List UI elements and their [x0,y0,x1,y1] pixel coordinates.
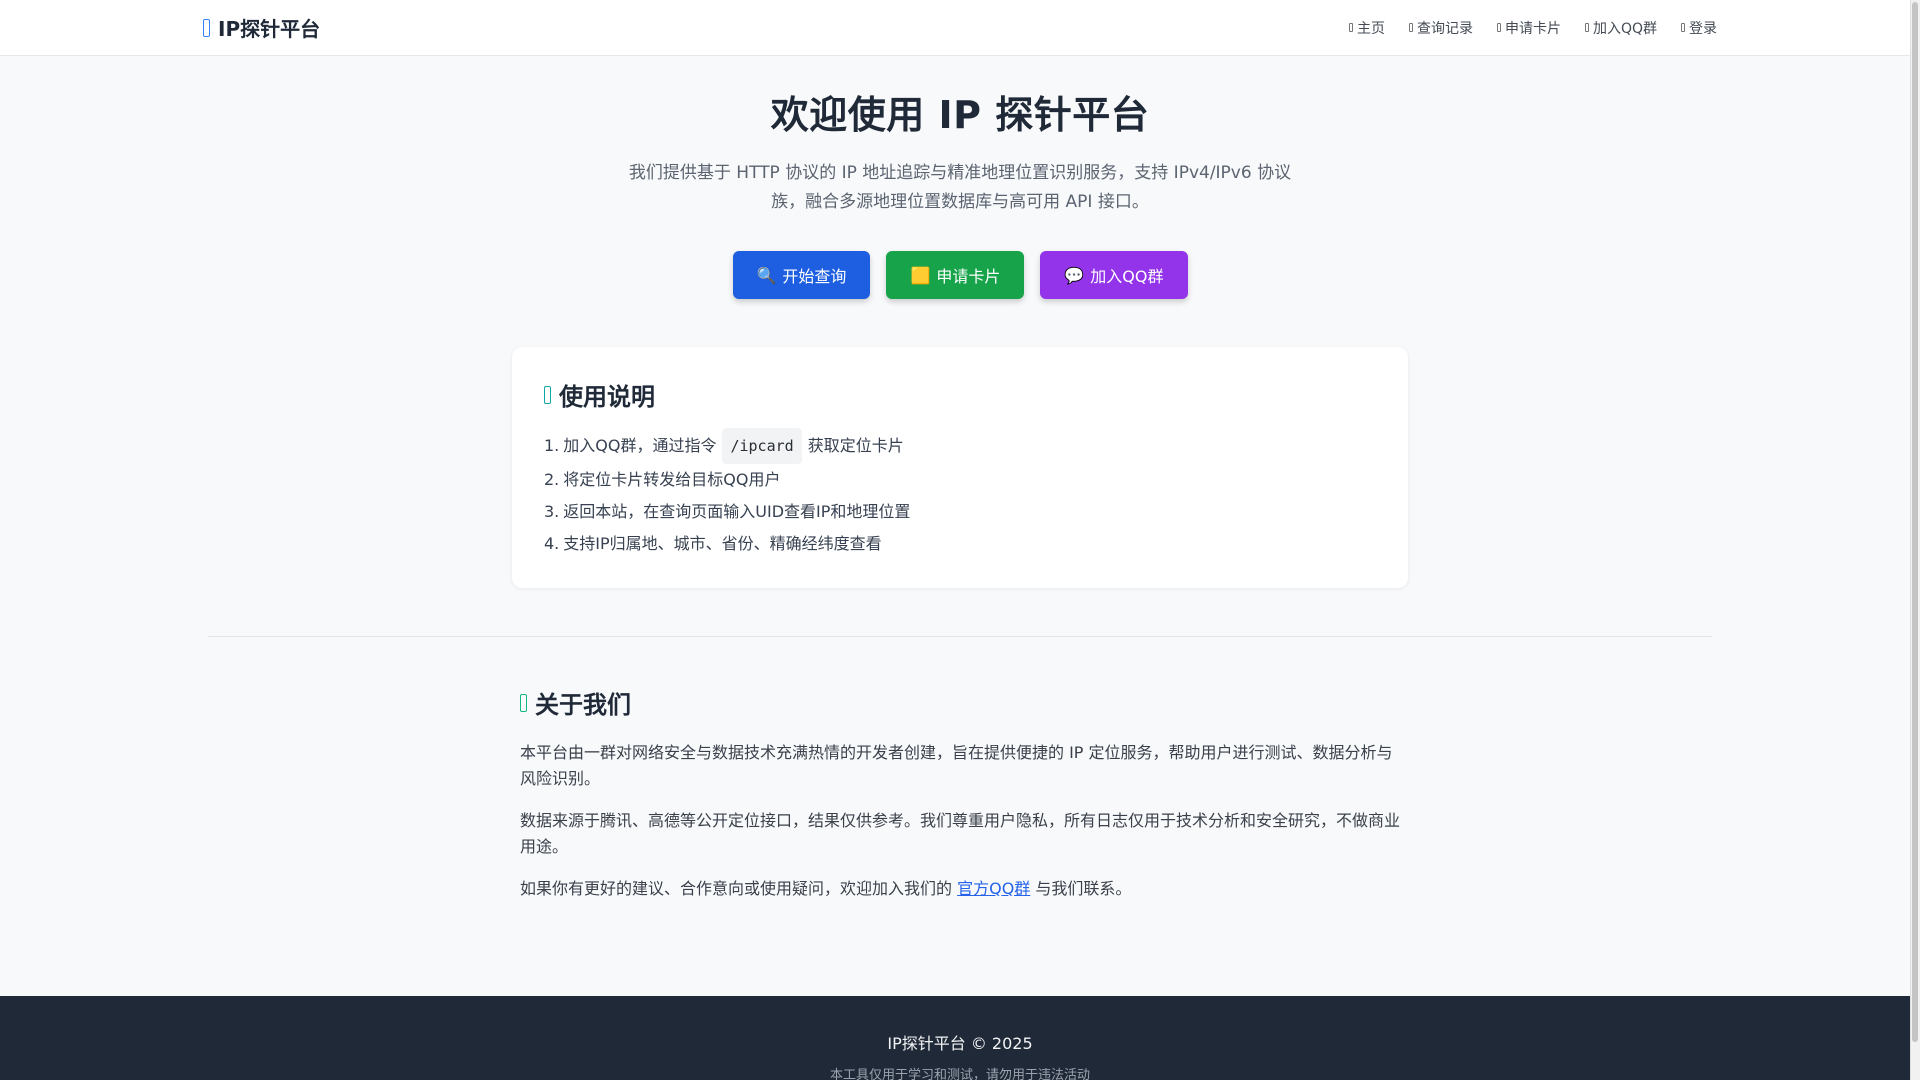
about-text-after: 与我们联系。 [1035,879,1132,898]
about-paragraph: 数据来源于腾讯、高德等公开定位接口，结果仅供参考。我们尊重用户隐私，所有日志仅用… [520,811,1401,856]
usage-card: 使用说明 1. 加入QQ群，通过指令 /ipcard 获取定位卡片 2. 将定位… [512,347,1408,588]
group-icon [1584,23,1589,32]
nav-item-history[interactable]: 查询记录 [1408,18,1473,38]
nav-item-label: 登录 [1689,20,1717,37]
brand-icon [203,18,210,37]
about-title-text: 关于我们 [535,691,631,719]
nav-item-label: 申请卡片 [1504,20,1561,37]
about-icon [520,693,527,712]
info-icon [544,385,551,404]
usage-title-text: 使用说明 [559,383,655,411]
item-text: 返回本站，在查询页面输入UID查看IP和地理位置 [563,502,911,521]
nav-item-apply-card[interactable]: 申请卡片 [1496,18,1561,38]
footer-disclaimer: 本工具仅用于学习和测试，请勿用于违法活动 [829,1068,1090,1080]
cta-row: 🔍 开始查询 🟨 申请卡片 💬 加入QQ群 [0,251,1920,299]
brand-title: IP探针平台 [218,17,321,41]
page-title: 欢迎使用 IP 探针平台 [770,93,1150,137]
nav-item-label: 主页 [1356,20,1385,37]
usage-list: 1. 加入QQ群，通过指令 /ipcard 获取定位卡片 2. 将定位卡片转发给… [544,428,1376,560]
card-icon: 🟨 [910,265,931,285]
item-text: 将定位卡片转发给目标QQ用户 [563,470,781,489]
nav-item-label: 加入QQ群 [1592,20,1657,37]
about-paragraph: 如果你有更好的建议、合作意向或使用疑问，欢迎加入我们的 官方QQ群 与我们联系。 [520,876,1400,902]
hero-description: 我们提供基于 HTTP 协议的 IP 地址追踪与精准地理位置识别服务，支持 IP… [628,163,1292,212]
apply-card-button[interactable]: 🟨 申请卡片 [886,251,1025,299]
nav-item-label: 查询记录 [1416,20,1473,37]
scrollbar[interactable] [1910,0,1920,1080]
item-text: 支持IP归属地、城市、省份、精确经纬度查看 [563,534,882,553]
command-code: /ipcard [722,428,802,464]
top-navbar: IP探针平台 主页 查询记录 申请卡片 加入QQ群 登录 [0,0,1920,56]
home-icon [1348,23,1353,32]
login-icon [1681,23,1685,32]
item-text-before: 加入QQ群，通过指令 [563,436,717,455]
hero-section: 欢迎使用 IP 探针平台 我们提供基于 HTTP 协议的 IP 地址追踪与精准地… [0,56,1920,299]
card-icon [1496,23,1501,32]
brand[interactable]: IP探针平台 [203,13,320,42]
scroll-thumb[interactable] [1912,2,1918,1042]
item-number: 2. [544,470,560,489]
item-text-after: 获取定位卡片 [807,436,904,455]
list-item: 1. 加入QQ群，通过指令 /ipcard 获取定位卡片 [544,428,1376,464]
page: IP探针平台 主页 查询记录 申请卡片 加入QQ群 登录 欢迎使用 IP 探针平… [0,0,1920,1080]
history-icon [1408,23,1413,32]
search-icon: 🔍 [756,265,777,285]
chat-icon: 💬 [1064,265,1085,285]
item-number: 3. [544,502,560,521]
official-qq-link[interactable]: 官方QQ群 [957,879,1030,898]
button-label: 加入QQ群 [1090,267,1164,286]
join-qq-button[interactable]: 💬 加入QQ群 [1040,251,1188,299]
item-number: 1. [544,436,560,455]
about-section: 关于我们 本平台由一群对网络安全与数据技术充满热情的开发者创建，旨在提供便捷的 … [520,685,1400,902]
list-item: 3. 返回本站，在查询页面输入UID查看IP和地理位置 [544,496,1376,528]
nav-item-login[interactable]: 登录 [1681,18,1717,38]
main-nav: 主页 查询记录 申请卡片 加入QQ群 登录 [1348,18,1717,38]
about-title: 关于我们 [520,685,1400,720]
item-number: 4. [544,534,560,553]
footer-copyright: IP探针平台 © 2025 [887,1034,1033,1053]
start-query-button[interactable]: 🔍 开始查询 [732,251,871,299]
about-text-before: 如果你有更好的建议、合作意向或使用疑问，欢迎加入我们的 [520,879,953,898]
section-divider [208,636,1712,637]
footer: IP探针平台 © 2025 本工具仅用于学习和测试，请勿用于违法活动 [0,996,1920,1080]
nav-item-join-qq[interactable]: 加入QQ群 [1584,18,1657,38]
list-item: 2. 将定位卡片转发给目标QQ用户 [544,464,1376,496]
about-paragraph: 本平台由一群对网络安全与数据技术充满热情的开发者创建，旨在提供便捷的 IP 定位… [520,743,1393,788]
list-item: 4. 支持IP归属地、城市、省份、精确经纬度查看 [544,528,1376,560]
nav-item-home[interactable]: 主页 [1348,18,1385,38]
button-label: 申请卡片 [936,267,1001,286]
usage-title: 使用说明 [544,377,1376,412]
button-label: 开始查询 [782,267,847,286]
